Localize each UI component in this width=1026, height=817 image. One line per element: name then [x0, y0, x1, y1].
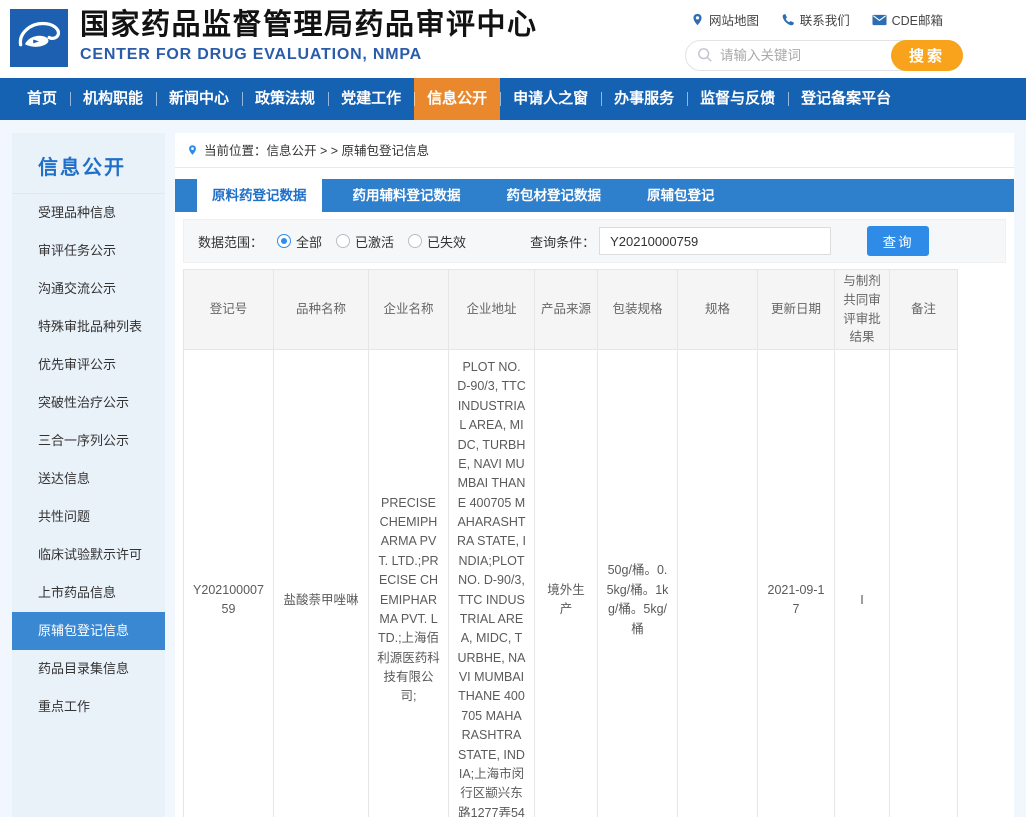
table-row: Y20210000759 盐酸萘甲唑啉 PRECISE CHEMIPHARMA … — [184, 350, 958, 817]
col-packaging-spec: 包装规格 — [598, 270, 678, 350]
cell-variety-name: 盐酸萘甲唑啉 — [274, 350, 369, 817]
nav-item-services[interactable]: 办事服务 — [601, 78, 687, 120]
sidebar-item-three-in-one[interactable]: 三合一序列公示 — [12, 422, 165, 460]
main-content: 当前位置：信息公开 > > 原辅包登记信息 原料药登记数据 药用辅料登记数据 药… — [175, 133, 1014, 817]
quick-link-sitemap[interactable]: 网站地图 — [691, 10, 759, 29]
col-product-source: 产品来源 — [535, 270, 598, 350]
radio-checked-icon — [277, 234, 291, 248]
radio-activated[interactable]: 已激活 — [336, 232, 394, 251]
cell-company-address: PLOT NO. D-90/3, TTC INDUSTRIAL AREA, MI… — [449, 350, 535, 817]
cell-update-date: 2021-09-17 — [758, 350, 835, 817]
sidebar-item-drug-catalog[interactable]: 药品目录集信息 — [12, 650, 165, 688]
sidebar-title: 信息公开 — [12, 133, 165, 194]
col-registration-no: 登记号 — [184, 270, 274, 350]
query-input[interactable] — [599, 227, 831, 255]
radio-label: 已失效 — [427, 232, 466, 251]
scope-label: 数据范围： — [198, 232, 263, 251]
col-spec: 规格 — [678, 270, 758, 350]
sidebar-item-special-approval[interactable]: 特殊审批品种列表 — [12, 308, 165, 346]
radio-unchecked-icon — [336, 234, 350, 248]
quick-link-label: 联系我们 — [800, 10, 850, 29]
col-update-date: 更新日期 — [758, 270, 835, 350]
cell-company-name: PRECISE CHEMIPHARMA PVT. LTD.;PRECISE CH… — [369, 350, 449, 817]
sidebar-item-common-issues[interactable]: 共性问题 — [12, 498, 165, 536]
col-remark: 备注 — [890, 270, 958, 350]
sidebar-item-raw-excipient-packaging[interactable]: 原辅包登记信息 — [12, 612, 165, 650]
col-company-address: 企业地址 — [449, 270, 535, 350]
sidebar-item-priority-review[interactable]: 优先审评公示 — [12, 346, 165, 384]
tab-excipient-registration[interactable]: 药用辅料登记数据 — [338, 179, 476, 212]
nav-item-home[interactable]: 首页 — [14, 78, 70, 120]
header-right: 网站地图 联系我们 CDE邮箱 搜索 — [685, 10, 965, 71]
radio-label: 全部 — [296, 232, 322, 251]
tab-raw-excipient-packaging[interactable]: 原辅包登记 — [632, 179, 730, 212]
sidebar-item-communication[interactable]: 沟通交流公示 — [12, 270, 165, 308]
col-company-name: 企业名称 — [369, 270, 449, 350]
search-icon — [697, 47, 713, 68]
nav-item-feedback[interactable]: 监督与反馈 — [687, 78, 788, 120]
col-variety-name: 品种名称 — [274, 270, 369, 350]
sidebar-item-delivery-info[interactable]: 送达信息 — [12, 460, 165, 498]
cell-spec — [678, 350, 758, 817]
site-header: 国家药品监督管理局药品审评中心 CENTER FOR DRUG EVALUATI… — [0, 0, 1026, 78]
cell-remark — [890, 350, 958, 817]
quick-links: 网站地图 联系我们 CDE邮箱 — [685, 10, 965, 29]
site-title: 国家药品监督管理局药品审评中心 — [80, 7, 538, 43]
phone-icon — [781, 13, 795, 27]
quick-link-label: CDE邮箱 — [892, 10, 943, 29]
cell-joint-review-result: I — [835, 350, 890, 817]
page-body: 信息公开 受理品种信息 审评任务公示 沟通交流公示 特殊审批品种列表 优先审评公… — [0, 120, 1026, 804]
nav-item-functions[interactable]: 机构职能 — [70, 78, 156, 120]
title-block: 国家药品监督管理局药品审评中心 CENTER FOR DRUG EVALUATI… — [80, 7, 538, 64]
envelope-icon — [872, 14, 887, 26]
tab-packaging-registration[interactable]: 药包材登记数据 — [492, 179, 617, 212]
nav-item-registration-platform[interactable]: 登记备案平台 — [788, 78, 904, 120]
cell-registration-no: Y20210000759 — [184, 350, 274, 817]
table-header-row: 登记号 品种名称 企业名称 企业地址 产品来源 包装规格 规格 更新日期 与制剂… — [184, 270, 958, 350]
results-table: 登记号 品种名称 企业名称 企业地址 产品来源 包装规格 规格 更新日期 与制剂… — [183, 269, 958, 817]
tab-bar: 原料药登记数据 药用辅料登记数据 药包材登记数据 原辅包登记 — [175, 179, 1014, 212]
nav-item-applicant[interactable]: 申请人之窗 — [500, 78, 601, 120]
sidebar-item-accepted-varieties[interactable]: 受理品种信息 — [12, 194, 165, 232]
radio-expired[interactable]: 已失效 — [408, 232, 466, 251]
tab-api-registration[interactable]: 原料药登记数据 — [197, 179, 322, 212]
nav-item-party[interactable]: 党建工作 — [328, 78, 414, 120]
query-label: 查询条件： — [530, 232, 595, 251]
site-subtitle: CENTER FOR DRUG EVALUATION, NMPA — [80, 46, 538, 64]
breadcrumb: 当前位置：信息公开 > > 原辅包登记信息 — [175, 133, 1014, 168]
sidebar-item-key-work[interactable]: 重点工作 — [12, 688, 165, 726]
quick-link-contact[interactable]: 联系我们 — [781, 10, 850, 29]
sidebar-item-breakthrough-therapy[interactable]: 突破性治疗公示 — [12, 384, 165, 422]
breadcrumb-text: 当前位置：信息公开 > > 原辅包登记信息 — [204, 140, 429, 159]
location-pin-icon — [187, 143, 198, 157]
radio-all[interactable]: 全部 — [277, 232, 322, 251]
header-search: 搜索 — [685, 40, 963, 71]
nav-item-policy[interactable]: 政策法规 — [242, 78, 328, 120]
cde-logo-icon — [10, 9, 68, 67]
nav-item-info-disclosure[interactable]: 信息公开 — [414, 78, 500, 120]
nav-item-news[interactable]: 新闻中心 — [156, 78, 242, 120]
filter-bar: 数据范围： 全部 已激活 已失效 查询条件： 查询 — [183, 219, 1006, 263]
sidebar: 信息公开 受理品种信息 审评任务公示 沟通交流公示 特殊审批品种列表 优先审评公… — [12, 133, 165, 817]
query-button[interactable]: 查询 — [867, 226, 929, 256]
col-joint-review-result: 与制剂共同审评审批结果 — [835, 270, 890, 350]
sidebar-item-clinical-trial-license[interactable]: 临床试验默示许可 — [12, 536, 165, 574]
quick-link-mailbox[interactable]: CDE邮箱 — [872, 10, 943, 29]
quick-link-label: 网站地图 — [709, 10, 759, 29]
cde-logo — [10, 9, 68, 67]
cell-product-source: 境外生产 — [535, 350, 598, 817]
search-button[interactable]: 搜索 — [891, 40, 963, 71]
map-pin-icon — [691, 12, 704, 27]
radio-label: 已激活 — [355, 232, 394, 251]
main-nav: 首页 机构职能 新闻中心 政策法规 党建工作 信息公开 申请人之窗 办事服务 监… — [0, 78, 1026, 120]
sidebar-item-review-tasks[interactable]: 审评任务公示 — [12, 232, 165, 270]
cell-packaging-spec: 50g/桶。0.5kg/桶。1kg/桶。5kg/桶 — [598, 350, 678, 817]
radio-unchecked-icon — [408, 234, 422, 248]
sidebar-item-marketed-drugs[interactable]: 上市药品信息 — [12, 574, 165, 612]
